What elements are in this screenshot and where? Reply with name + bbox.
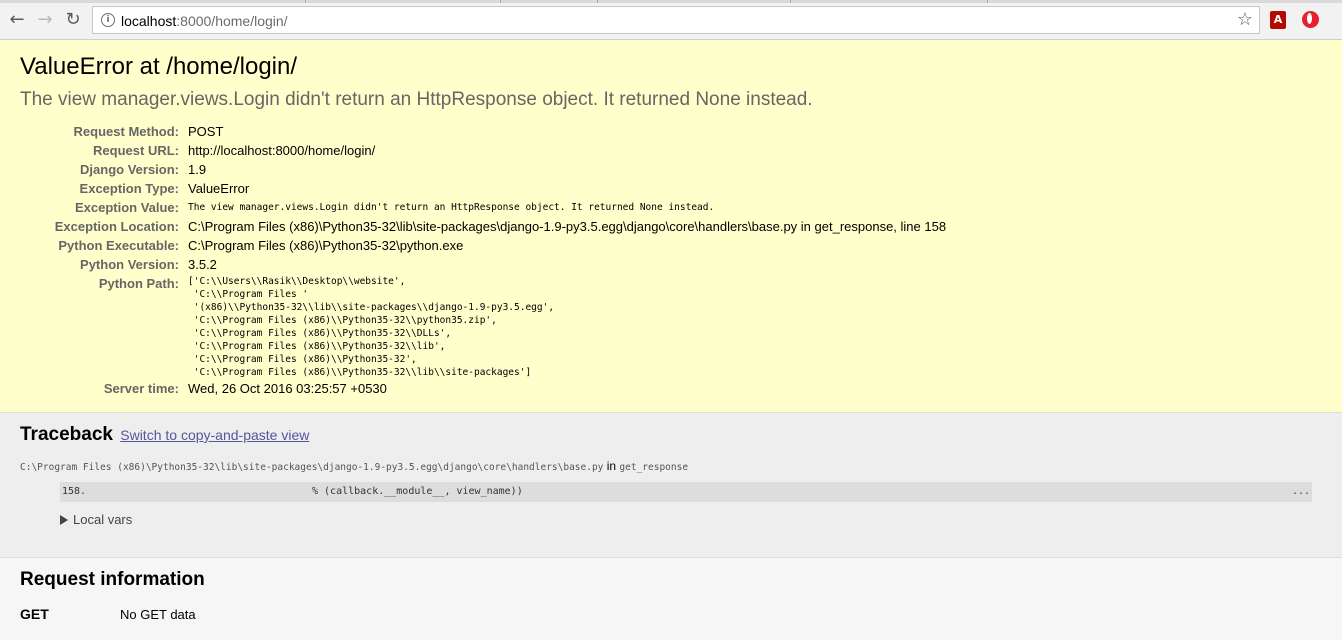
frame-in: in	[606, 459, 617, 473]
triangle-right-icon	[60, 514, 68, 525]
frame-function: get_response	[619, 462, 689, 473]
frame-file: C:\Program Files (x86)\Python35-32\lib\s…	[20, 462, 604, 473]
frame-location: C:\Program Files (x86)\Python35-32\lib\s…	[20, 459, 1322, 473]
meta-value: ['C:\\Users\\Rasik\\Desktop\\website', '…	[188, 274, 946, 379]
meta-row: Exception Type: ValueError	[20, 179, 946, 198]
meta-label: Python Path:	[98, 276, 179, 291]
line-number: 158.	[62, 486, 87, 497]
meta-label: Python Version:	[80, 257, 179, 272]
meta-value: C:\Program Files (x86)\Python35-32\pytho…	[188, 238, 464, 253]
meta-row: Django Version: 1.9	[20, 160, 946, 179]
exception-value: The view manager.views.Login didn't retu…	[188, 202, 715, 213]
back-arrow-icon[interactable]: ←	[6, 9, 28, 31]
meta-label: Request Method:	[73, 124, 179, 139]
meta-label: Exception Location:	[54, 219, 179, 234]
url-host: localhost	[121, 13, 177, 29]
opera-icon[interactable]	[1302, 11, 1319, 28]
get-label: GET	[20, 606, 49, 622]
star-icon[interactable]: ☆	[1237, 9, 1253, 30]
adobe-pdf-icon[interactable]: A	[1270, 11, 1286, 29]
url-text[interactable]: localhost:8000/home/login/	[121, 13, 288, 29]
meta-label: Django Version:	[80, 162, 179, 177]
traceback-section: Traceback Switch to copy-and-paste view …	[0, 413, 1342, 558]
reload-icon[interactable]: ↻	[62, 9, 84, 31]
get-value: No GET data	[120, 607, 196, 622]
expand-context-ellipsis[interactable]: ...	[1292, 482, 1310, 502]
request-info-section: Request information GET No GET data	[0, 558, 1342, 640]
switch-copy-paste-link[interactable]: Switch to copy-and-paste view	[120, 427, 309, 443]
error-summary: ValueError at /home/login/ The view mana…	[0, 40, 1342, 413]
meta-value: The view manager.views.Login didn't retu…	[188, 198, 946, 217]
meta-label: Exception Type:	[79, 181, 179, 196]
meta-label: Server time:	[103, 381, 179, 396]
line-code: % (callback.__module__, view_name))	[312, 486, 523, 497]
meta-value: 1.9	[188, 162, 207, 177]
url-path: :8000/home/login/	[176, 13, 288, 29]
meta-label: Python Executable:	[58, 238, 179, 253]
request-info-title: Request information	[20, 569, 205, 590]
meta-row: Server time: Wed, 26 Oct 2016 03:25:57 +…	[20, 379, 946, 398]
meta-row: Python Version: 3.5.2	[20, 255, 946, 274]
python-path-list: ['C:\\Users\\Rasik\\Desktop\\website', '…	[188, 276, 555, 378]
meta-label: Request URL:	[93, 143, 179, 158]
meta-row: Request Method: POST	[20, 122, 946, 141]
get-row: GET No GET data	[20, 606, 1322, 623]
forward-arrow-icon[interactable]: →	[34, 9, 56, 31]
traceback-title: Traceback	[20, 424, 113, 445]
meta-value: Wed, 26 Oct 2016 03:25:57 +0530	[188, 381, 387, 396]
local-vars-toggle[interactable]: Local vars	[60, 512, 1322, 527]
meta-value: http://localhost:8000/home/login/	[188, 143, 376, 158]
browser-toolbar: ← → ↻ i localhost:8000/home/login/ ☆ A	[0, 0, 1342, 40]
info-icon[interactable]: i	[101, 13, 115, 27]
traceback-heading: Traceback Switch to copy-and-paste view	[20, 423, 1322, 447]
meta-row: Request URL: http://localhost:8000/home/…	[20, 141, 946, 160]
request-meta-table: Request Method: POST Request URL: http:/…	[20, 122, 946, 398]
meta-row: Python Executable: C:\Program Files (x86…	[20, 236, 946, 255]
page-title: ValueError at /home/login/	[20, 53, 298, 80]
context-line[interactable]: 158. % (callback.__module__, view_name))…	[60, 482, 1312, 502]
tab-strip	[0, 0, 1342, 3]
meta-label: Exception Value:	[74, 200, 179, 215]
meta-value: POST	[188, 124, 224, 139]
meta-row: Exception Location: C:\Program Files (x8…	[20, 217, 946, 236]
meta-value: ValueError	[188, 181, 250, 196]
meta-value: C:\Program Files (x86)\Python35-32\lib\s…	[188, 219, 947, 234]
meta-row: Python Path: ['C:\\Users\\Rasik\\Desktop…	[20, 274, 946, 379]
meta-value: 3.5.2	[188, 257, 217, 272]
error-subtitle: The view manager.views.Login didn't retu…	[20, 89, 813, 110]
meta-row: Exception Value: The view manager.views.…	[20, 198, 946, 217]
address-bar[interactable]: i localhost:8000/home/login/ ☆	[92, 6, 1260, 34]
local-vars-label: Local vars	[73, 512, 133, 527]
